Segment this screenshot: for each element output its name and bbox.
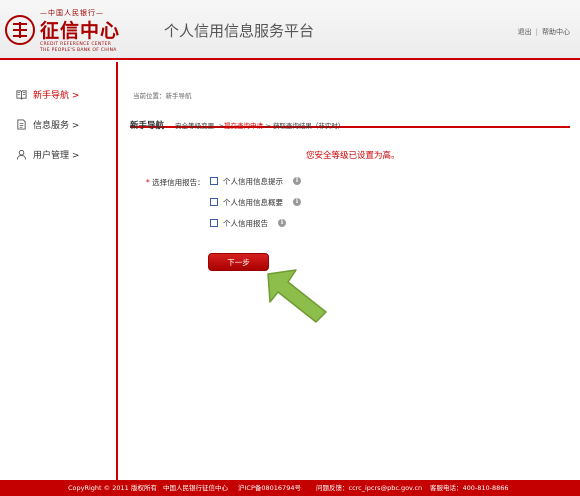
document-icon	[17, 118, 26, 130]
sidebar-item-user-management[interactable]: 用户管理 >	[16, 146, 79, 162]
footer-icp: 沪ICP备08016794号	[238, 484, 301, 492]
select-report-label: * 选择信用报告：	[146, 177, 205, 188]
option-credit-info-summary: 个人信用信息概要 i	[210, 197, 301, 207]
breadcrumb: 当前位置：新手导航	[133, 92, 192, 100]
option-credit-info-tip: 个人信用信息提示 i	[210, 176, 301, 186]
pointer-arrow-icon	[267, 269, 327, 323]
option-label[interactable]: 个人信用报告	[223, 218, 268, 229]
option-credit-report: 个人信用报告 i	[210, 218, 286, 228]
guide-step-submit-query: 提交查询申请	[223, 122, 263, 130]
footer-rights: 版权所有	[131, 484, 157, 492]
logo-sub-text-bank: THE PEOPLE'S BANK OF CHINA	[40, 48, 117, 53]
credit-report-checkbox[interactable]	[210, 219, 218, 227]
page: —中国人民银行— 征信中心 CREDIT REFERENCE CENTER TH…	[0, 0, 580, 496]
guide-step-get-result: -> 获取查询结果（非实时）	[262, 122, 345, 130]
book-icon	[16, 89, 27, 100]
credit-info-tip-checkbox[interactable]	[210, 177, 218, 185]
logo-seal-icon	[5, 15, 35, 45]
top-links-separator: |	[535, 28, 538, 36]
top-links: 退出 | 帮助中心	[518, 27, 570, 37]
next-step-button[interactable]: 下一步	[208, 253, 269, 271]
footer-copyright: CopyRight © 2011	[68, 484, 129, 492]
sidebar-item-label: 信息服务 >	[33, 120, 80, 131]
info-icon[interactable]: i	[293, 177, 301, 185]
logout-link[interactable]: 退出	[518, 28, 532, 36]
guide-steps: 安全等级变更 ->提交查询申请-> 获取查询结果（非实时）	[175, 122, 344, 130]
guide-step-security-level: 安全等级变更 ->	[175, 122, 224, 130]
footer-feedback: 问题反馈：ccrc_ipcrs@pbc.gov.cn	[316, 484, 423, 492]
sidebar-item-new-user-guide[interactable]: 新手导航 >	[16, 86, 79, 102]
credit-info-summary-checkbox[interactable]	[210, 198, 218, 206]
sidebar: 新手导航 > 信息服务 > 用户管理 >	[0, 62, 118, 480]
security-level-message: 您安全等级已设置为高。	[306, 151, 400, 161]
required-marker: *	[146, 178, 150, 187]
sidebar-item-label: 新手导航 >	[33, 90, 80, 101]
select-report-label-text: 选择信用报告：	[152, 178, 205, 187]
footer-phone: 客服电话：400-810-8866	[430, 484, 509, 492]
header: —中国人民银行— 征信中心 CREDIT REFERENCE CENTER TH…	[0, 0, 580, 60]
platform-title: 个人信用信息服务平台	[164, 22, 315, 40]
footer-org: 中国人民银行征信中心	[163, 484, 228, 492]
info-icon[interactable]: i	[293, 198, 301, 206]
help-center-link[interactable]: 帮助中心	[542, 28, 570, 36]
option-label[interactable]: 个人信用信息提示	[223, 176, 283, 187]
logo[interactable]: —中国人民银行— 征信中心 CREDIT REFERENCE CENTER TH…	[0, 6, 130, 56]
logo-main-text: 征信中心	[40, 20, 121, 42]
sidebar-item-label: 用户管理 >	[33, 150, 80, 161]
logo-sub-text-en: CREDIT REFERENCE CENTER	[40, 42, 112, 47]
guide-title: 新手导航	[130, 121, 165, 131]
option-label[interactable]: 个人信用信息概要	[223, 197, 283, 208]
user-icon	[16, 149, 27, 160]
sidebar-item-info-service[interactable]: 信息服务 >	[16, 116, 79, 132]
info-icon[interactable]: i	[278, 219, 286, 227]
footer: CopyRight © 2011 版权所有 中国人民银行征信中心 沪ICP备08…	[0, 480, 580, 496]
guide-bar: 新手导航 安全等级变更 ->提交查询申请-> 获取查询结果（非实时）	[130, 113, 570, 131]
